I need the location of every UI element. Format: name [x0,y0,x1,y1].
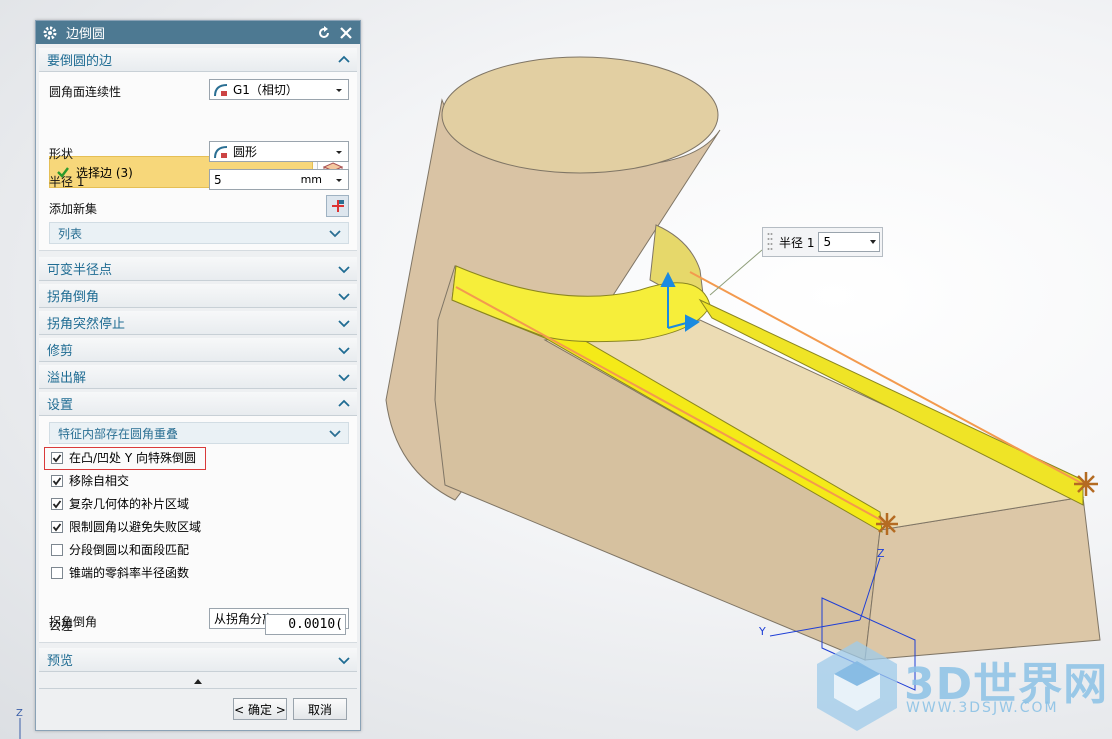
shape-icon [214,145,228,158]
divider [39,688,357,689]
watermark-logo-icon [817,641,897,731]
section-settings-panel: 特征内部存在圆角重叠 在凸/凹处 Y 向特殊倒圆 移除自相交 复杂几何体的补片区域限… [39,416,357,643]
section-settings-title: 设置 [47,398,74,413]
collapse-arrow-icon[interactable] [192,676,204,686]
select-edge-label: 选择边 (3) [76,165,133,180]
chevron-up-icon[interactable] [337,53,351,67]
chevron-down-icon[interactable] [337,370,351,384]
section-edges-header[interactable]: 要倒圆的边 [39,48,357,72]
callout-radius-input[interactable]: 5 [818,232,881,252]
setting-option-label: 锥端的零斜率半径函数 [69,566,190,580]
setting-option-label: 复杂几何体的补片区域 [69,497,190,511]
chevron-down-icon[interactable] [337,343,351,357]
section-variable-radius-header[interactable]: 可变半径点 [39,257,357,281]
setting-option-5[interactable]: 分段倒圆以和面段匹配 [51,541,189,558]
setting-option-6[interactable]: 锥端的零斜率半径函数 [51,564,189,581]
dialog-title: 边倒圆 [66,27,106,42]
checkmark-icon [52,476,62,485]
setting-option-4[interactable]: 限制圆角以避免失败区域 [51,518,201,535]
overlap-label: 特征内部存在圆角重叠 [58,426,179,441]
section-corner-stop-title: 拐角突然停止 [47,317,126,332]
section-corner-stop-header[interactable]: 拐角突然停止 [39,311,357,335]
list-label: 列表 [58,226,83,241]
overlap-subheader[interactable]: 特征内部存在圆角重叠 [49,422,349,444]
continuity-icon [214,83,228,96]
setting-option-label: 限制圆角以避免失败区域 [69,520,202,534]
add-new-set-button[interactable] [326,195,349,217]
chevron-down-icon[interactable] [867,236,879,248]
dialog-titlebar[interactable]: 边倒圆 [36,21,360,44]
section-trim-title: 修剪 [47,344,74,359]
radius-label: 半径 1 [49,175,85,189]
section-variable-radius-title: 可变半径点 [47,263,113,278]
drag-handle-icon[interactable] [767,231,773,253]
section-preview-header[interactable]: 预览 [39,648,357,672]
triad-y-label: Y [758,625,766,638]
section-trim-header[interactable]: 修剪 [39,338,357,362]
chevron-down-icon[interactable] [332,173,346,187]
checkmark-icon [52,499,62,508]
checkbox[interactable] [51,497,63,510]
setting-option-2[interactable]: 移除自相交 [51,472,129,489]
setting-option-label: 移除自相交 [69,474,130,488]
cancel-button[interactable]: 取消 [293,698,347,720]
callout-radius-value: 5 [823,235,832,249]
ok-button[interactable]: < 确定 > [233,698,287,720]
chevron-down-icon[interactable] [337,262,351,276]
chevron-down-icon[interactable] [337,289,351,303]
reset-icon[interactable] [316,25,332,41]
add-set-icon [331,200,344,212]
continuity-select[interactable]: G1（相切） [209,79,349,100]
chevron-down-icon[interactable] [328,426,342,440]
watermark: 3D世界网 WWW.3DSJW.COM [812,636,1112,736]
corner-triad-z-label: Z [16,708,23,719]
setting-option-label: 分段倒圆以和面段匹配 [69,543,190,557]
section-edges-panel: 圆角面连续性 G1（相切） 选择边 (3) 形状 圆形 半径 1 5 mm 添加… [39,72,357,251]
chevron-down-icon[interactable] [337,653,351,667]
radius-value[interactable]: 5 [210,173,301,187]
watermark-url: WWW.3DSJW.COM [906,700,1059,716]
shape-label: 形状 [49,147,74,161]
close-icon[interactable] [338,25,354,41]
callout-leader [709,249,763,296]
tolerance-input[interactable]: 0.0010( [265,614,346,635]
setting-option-3[interactable]: 复杂几何体的补片区域 [51,495,189,512]
radius-callout[interactable]: 半径 1 5 [762,227,883,257]
chevron-down-icon[interactable] [332,145,346,159]
chevron-up-icon[interactable] [337,397,351,411]
chevron-down-icon[interactable] [328,226,342,240]
checkmark-icon [52,522,62,531]
edge-marker-front[interactable] [876,513,898,535]
radius-input[interactable]: 5 mm [209,169,349,190]
cylinder-top [441,56,719,174]
radius-unit: mm [300,173,322,186]
add-new-set-label: 添加新集 [49,202,98,216]
section-corner-setback-header[interactable]: 拐角倒角 [39,284,357,308]
chevron-down-icon[interactable] [332,83,346,97]
section-preview-title: 预览 [47,654,74,669]
chevron-down-icon[interactable] [337,316,351,330]
checkbox[interactable] [51,543,63,556]
section-settings-header[interactable]: 设置 [39,392,357,416]
section-corner-setback-title: 拐角倒角 [47,290,100,305]
edge-blend-dialog: 边倒圆 要倒圆的边 圆角面连续性 G1（相切） 选择边 (3) 形状 圆形 半径… [35,20,361,731]
annotation-highlight-box [44,447,206,470]
gear-icon [43,26,57,39]
section-edges-title: 要倒圆的边 [47,54,113,69]
list-subheader[interactable]: 列表 [49,222,349,244]
shape-select[interactable]: 圆形 [209,141,349,162]
checkbox[interactable] [51,474,63,487]
checkbox[interactable] [51,520,63,533]
continuity-value: G1（相切） [233,83,298,97]
continuity-label: 圆角面连续性 [49,85,122,99]
shape-value: 圆形 [233,145,258,159]
section-overflow-header[interactable]: 溢出解 [39,365,357,389]
triad-z-label: Z [877,547,885,560]
callout-label: 半径 1 [779,235,815,250]
checkbox[interactable] [51,566,63,579]
section-overflow-title: 溢出解 [47,371,87,386]
tolerance-label: 公差 [49,619,74,633]
